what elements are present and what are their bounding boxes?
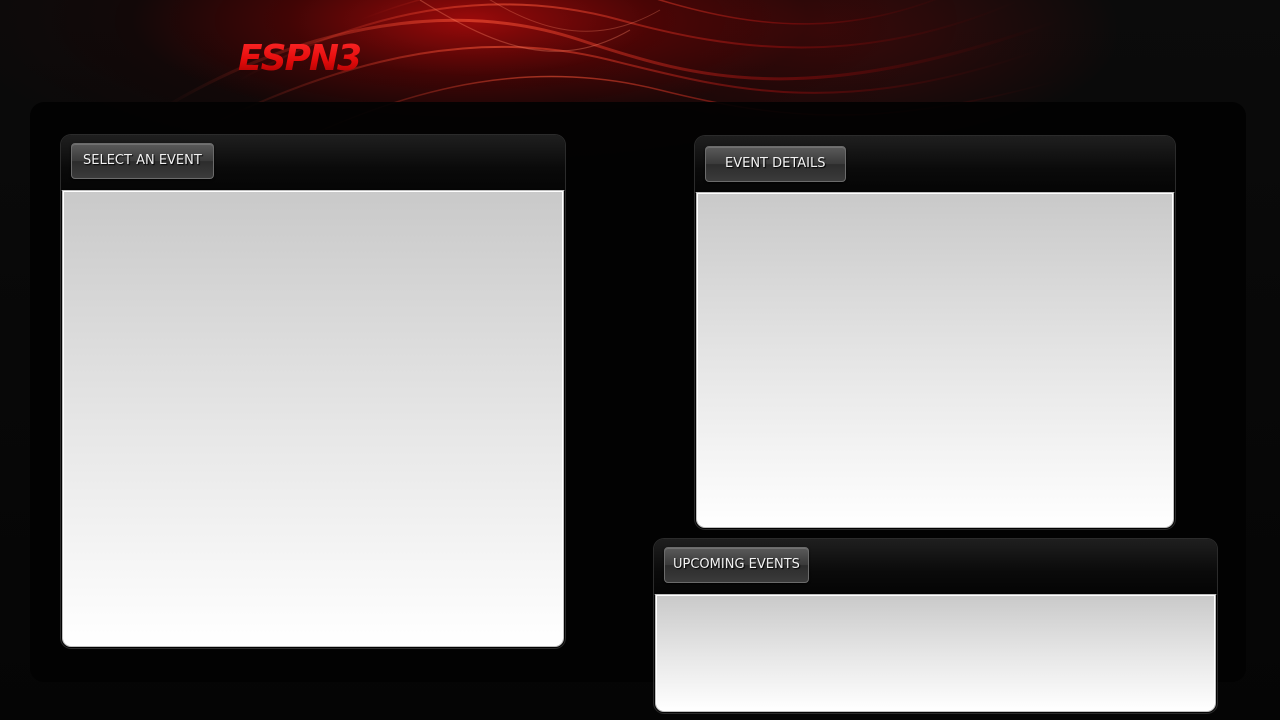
event-details-content — [697, 193, 1173, 527]
upcoming-events-panel: UPCOMING EVENTS — [654, 539, 1217, 713]
event-details-header: EVENT DETAILS — [695, 136, 1175, 193]
select-event-button[interactable]: SELECT AN EVENT — [71, 143, 214, 179]
event-details-button[interactable]: EVENT DETAILS — [705, 146, 846, 182]
select-event-header: SELECT AN EVENT — [61, 135, 565, 191]
logo-text: ESPN3 — [238, 40, 360, 74]
app-screen: ESPN3 SELECT AN EVENT EVENT DETAILS UPCO… — [0, 0, 1280, 720]
event-details-panel: EVENT DETAILS — [695, 136, 1175, 529]
upcoming-events-header: UPCOMING EVENTS — [654, 539, 1217, 595]
upcoming-events-button[interactable]: UPCOMING EVENTS — [664, 547, 809, 583]
event-list[interactable] — [63, 191, 563, 646]
select-event-panel: SELECT AN EVENT — [61, 135, 565, 648]
upcoming-events-list[interactable] — [656, 595, 1215, 711]
espn3-logo: ESPN3 — [238, 40, 362, 74]
